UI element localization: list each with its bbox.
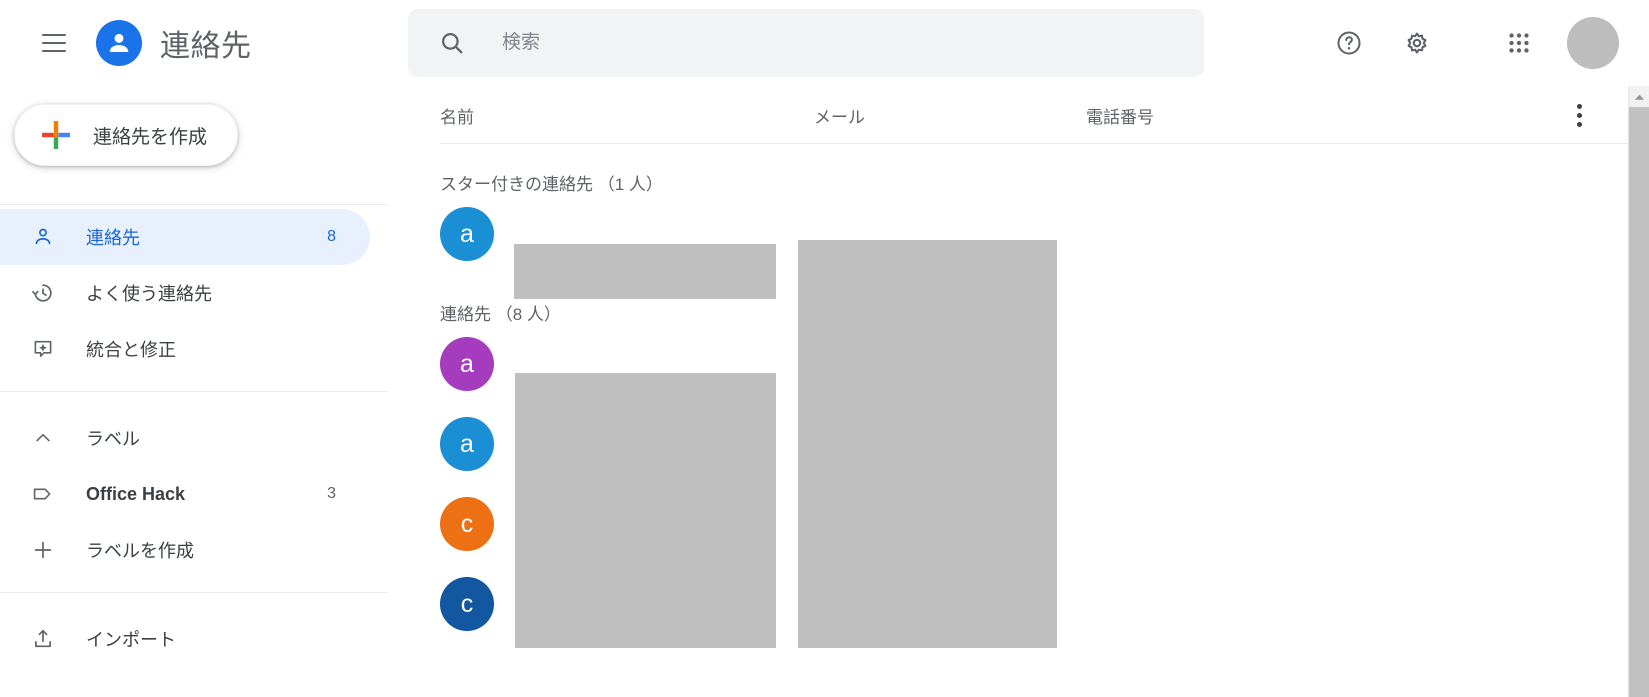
redaction-box — [514, 244, 776, 299]
gear-icon[interactable] — [1391, 17, 1443, 69]
create-label-button[interactable]: ラベルを作成 — [0, 522, 370, 578]
create-button-wrap: 連絡先を作成 — [0, 86, 408, 166]
account-avatar[interactable] — [1567, 17, 1619, 69]
plus-icon — [37, 116, 75, 154]
sidebar-item-label-office-hack[interactable]: Office Hack 3 — [0, 466, 370, 522]
avatar: c — [440, 497, 494, 551]
sidebar-item-contacts[interactable]: 連絡先 8 — [0, 209, 370, 265]
labels-section-header-label: ラベル — [86, 429, 140, 449]
search-icon — [438, 29, 466, 57]
sidebar-item-label-office-hack-count: 3 — [327, 485, 336, 502]
table-header: 名前 メール 電話番号 — [408, 86, 1649, 144]
merge-fix-icon — [30, 336, 56, 362]
topbar — [408, 0, 1649, 86]
brand-row: 連絡先 — [0, 0, 408, 86]
redaction-box — [798, 240, 1057, 648]
sidebar-item-import[interactable]: インポート — [0, 611, 370, 667]
apps-grid-icon[interactable] — [1493, 17, 1545, 69]
scroll-up-arrow-icon[interactable] — [1629, 86, 1649, 107]
create-contact-label: 連絡先を作成 — [93, 126, 208, 148]
sidebar-item-contacts-label: 連絡先 — [86, 228, 140, 248]
avatar: a — [440, 417, 494, 471]
column-header-mail[interactable]: メール — [814, 103, 1086, 128]
page-title: 連絡先 — [160, 30, 252, 63]
avatar: c — [440, 577, 494, 631]
labels-section: ラベル Office Hack 3 ラベルを作成 — [0, 406, 408, 578]
contacts-app: 連絡先 連絡先を作成 連絡先 8 よく使う連絡先 統合と修正 ラベル Offic… — [0, 0, 1649, 697]
label-icon — [30, 481, 56, 507]
more-vert-icon[interactable] — [1557, 93, 1601, 137]
history-icon — [30, 280, 56, 306]
search-input[interactable] — [502, 32, 1142, 54]
group-title-starred: スター付きの連絡先 （1 人） — [440, 175, 663, 194]
person-icon — [30, 224, 56, 250]
sidebar-item-merge-fix[interactable]: 統合と修正 — [0, 321, 370, 377]
sidebar-item-import-label: インポート — [86, 630, 176, 650]
sidebar: 連絡先 連絡先を作成 連絡先 8 よく使う連絡先 統合と修正 ラベル Offic… — [0, 0, 408, 697]
plus-icon — [30, 537, 56, 563]
redaction-box — [515, 373, 776, 648]
sidebar-item-frequent[interactable]: よく使う連絡先 — [0, 265, 370, 321]
contacts-logo-icon — [96, 20, 142, 66]
create-label-label: ラベルを作成 — [86, 541, 194, 561]
create-contact-button[interactable]: 連絡先を作成 — [14, 104, 239, 166]
search-box[interactable] — [408, 9, 1204, 77]
avatar: a — [440, 207, 494, 261]
topbar-actions — [1323, 17, 1649, 69]
column-header-phone[interactable]: 電話番号 — [1086, 103, 1557, 128]
labels-section-header[interactable]: ラベル — [0, 410, 370, 466]
help-circle-icon[interactable] — [1323, 17, 1375, 69]
sidebar-item-merge-fix-label: 統合と修正 — [86, 340, 176, 360]
sidebar-item-label-office-hack-label: Office Hack — [86, 483, 186, 504]
import-section: インポート — [0, 607, 408, 667]
scrollbar-thumb[interactable] — [1629, 107, 1649, 697]
hamburger-icon[interactable] — [30, 19, 78, 67]
sidebar-item-contacts-count: 8 — [327, 228, 336, 245]
vertical-scrollbar[interactable] — [1628, 86, 1649, 697]
chevron-up-icon — [30, 425, 56, 451]
upload-icon — [30, 626, 56, 652]
column-header-name[interactable]: 名前 — [440, 103, 814, 128]
sidebar-item-frequent-label: よく使う連絡先 — [86, 284, 212, 304]
sidebar-nav: 連絡先 8 よく使う連絡先 統合と修正 — [0, 205, 408, 377]
avatar: a — [440, 337, 494, 391]
